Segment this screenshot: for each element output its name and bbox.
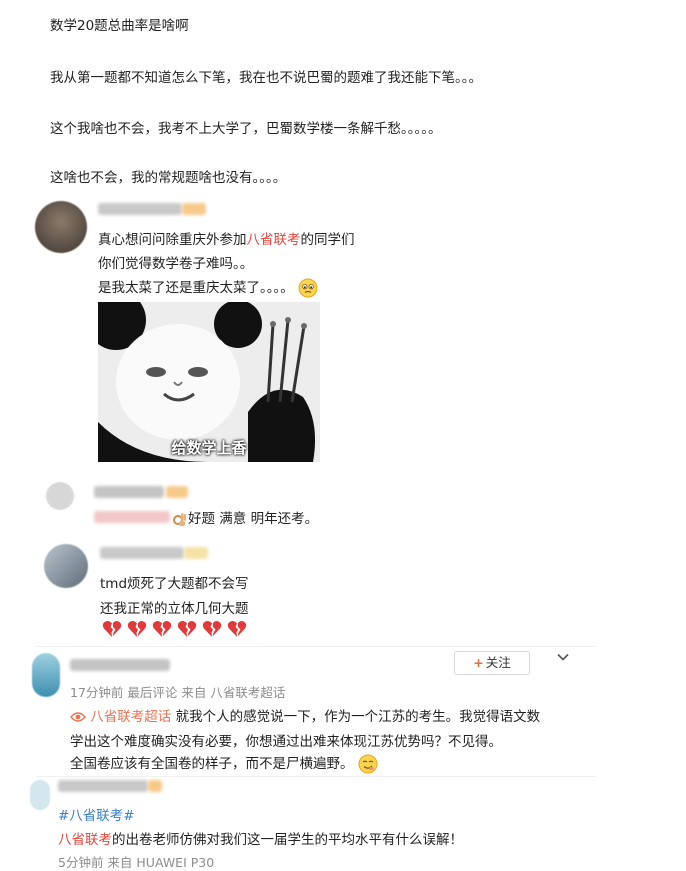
post-line-3: 这啥也不会，我的常规题啥也没有。。。。 — [50, 170, 287, 186]
comment-2-text: 好题 满意 明年还考。 — [172, 507, 318, 527]
post-line-1: 我从第一题都不知道怎么下笔，我在也不说巴蜀的题难了我还能下笔。。。 — [50, 70, 482, 86]
post-line-2: 这个我啥也不会，我考不上大学了，巴蜀数学楼一条解千愁。。。。。 — [50, 121, 442, 137]
avatar[interactable] — [32, 653, 60, 697]
comment-1-line-3: 是我太菜了还是重庆太菜了。。。。 — [98, 276, 318, 298]
topic-link[interactable]: 八省联考超话 — [90, 709, 171, 725]
user-badge-blurred — [182, 203, 206, 215]
supertopic-icon — [70, 712, 86, 722]
meme-caption: 给数学上香 — [171, 439, 247, 457]
comment-1-line-1: 真心想问问除重庆外参加八省联考的同学们 — [98, 232, 355, 248]
divider — [36, 776, 596, 777]
broken-heart-icon — [152, 621, 172, 637]
comment-1-line-2: 你们觉得数学卷子难吗。。 — [98, 256, 254, 272]
follow-button[interactable]: + 关注 — [454, 651, 530, 675]
avatar[interactable] — [44, 544, 88, 588]
comment-4-line-1: 八省联考超话 就我个人的感觉说一下，作为一个江苏的考生。我觉得语文数 — [70, 705, 540, 725]
divider — [36, 646, 596, 647]
username-blurred[interactable] — [100, 547, 184, 559]
sad-face-icon — [298, 278, 318, 298]
tag-link[interactable]: 八省联考 — [58, 832, 112, 848]
user-badge-blurred — [184, 547, 208, 559]
comment-3-line-2: 还我正常的立体几何大题 — [100, 601, 249, 617]
smirk-face-icon — [358, 754, 378, 774]
comment-3-line-1: tmd烦死了大题都不会写 — [100, 576, 249, 592]
avatar[interactable] — [35, 201, 87, 253]
plus-icon: + — [473, 655, 484, 670]
user-badge-blurred — [148, 780, 162, 792]
meme-image[interactable]: 给数学上香 — [98, 302, 320, 462]
username-blurred[interactable] — [98, 203, 182, 215]
hashtag-link[interactable]: #八省联考# — [58, 804, 135, 824]
broken-heart-icon — [178, 621, 197, 637]
post-title: 数学20题总曲率是啥啊 — [50, 18, 189, 34]
username-blurred[interactable] — [70, 659, 170, 671]
username-blurred[interactable] — [94, 486, 164, 498]
avatar[interactable] — [30, 780, 50, 810]
ok-hand-icon — [173, 513, 186, 526]
chevron-down-icon[interactable] — [556, 650, 570, 664]
username-blurred[interactable] — [58, 780, 148, 792]
broken-heart-icon — [203, 621, 222, 637]
mention-blurred[interactable] — [94, 511, 170, 523]
tag-link[interactable]: 八省联考 — [247, 232, 301, 248]
broken-hearts-row — [102, 620, 247, 642]
comment-4-meta: 17分钟前 最后评论 来自 八省联考超话 — [70, 685, 286, 700]
comment-5-text: 八省联考的出卷老师仿佛对我们这一届学生的平均水平有什么误解！ — [58, 832, 463, 848]
comment-4-line-2: 学出这个难度确实没有必要，你想通过出难来体现江苏优势吗？不见得。 — [70, 734, 502, 750]
broken-heart-icon — [102, 621, 122, 637]
broken-heart-icon — [228, 621, 247, 637]
comment-4-line-3: 全国卷应该有全国卷的样子，而不是尸横遍野。 — [70, 752, 378, 774]
user-badge-blurred — [166, 486, 188, 498]
avatar[interactable] — [46, 482, 74, 510]
comment-5-meta: 5分钟前 来自 HUAWEI P30 — [58, 855, 215, 870]
broken-heart-icon — [127, 621, 147, 637]
